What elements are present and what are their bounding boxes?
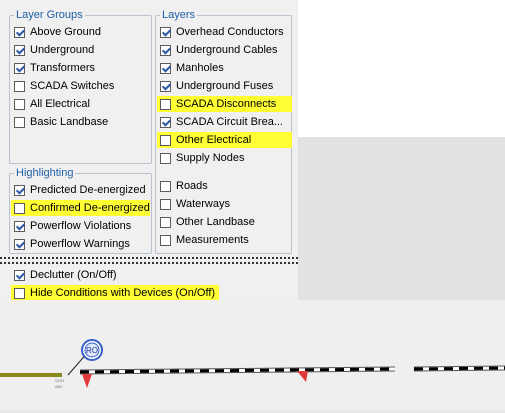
- item-label: Declutter (On/Off): [30, 269, 117, 281]
- item-label: All Electrical: [30, 98, 90, 110]
- checkbox-checked[interactable]: [160, 44, 171, 56]
- lg-all-electrical[interactable]: All Electrical: [14, 96, 90, 112]
- hl-powerflow-violations[interactable]: Powerflow Violations: [14, 218, 131, 234]
- option-hide-conditions[interactable]: Hide Conditions with Devices (On/Off): [11, 285, 219, 301]
- item-label: Underground Cables: [176, 44, 278, 56]
- item-label: SCADA Circuit Brea...: [176, 116, 283, 128]
- layer-scada-disconnects[interactable]: SCADA Disconnects: [157, 96, 292, 112]
- item-label: Manholes: [176, 62, 224, 74]
- map-drawing: S203 A6C RO: [0, 339, 505, 389]
- hl-confirmed-de-energized[interactable]: Confirmed De-energized: [11, 200, 150, 216]
- map-canvas-gray-area: [298, 137, 505, 300]
- layer-roads[interactable]: Roads: [160, 178, 208, 194]
- checkbox-unchecked[interactable]: [160, 98, 171, 110]
- checkbox-checked[interactable]: [160, 80, 171, 92]
- checkbox-checked[interactable]: [14, 44, 25, 56]
- layer-manholes[interactable]: Manholes: [160, 60, 224, 76]
- fault-marker-icon[interactable]: [82, 374, 92, 388]
- checkbox-unchecked[interactable]: [160, 134, 171, 146]
- map-small-label: S203: [55, 378, 65, 383]
- checkbox-checked[interactable]: [14, 62, 25, 74]
- item-label: SCADA Disconnects: [176, 98, 277, 110]
- checkbox-unchecked[interactable]: [14, 98, 25, 110]
- checkbox-checked[interactable]: [160, 62, 171, 74]
- checkbox-checked[interactable]: [160, 116, 171, 128]
- layers-title: Layers: [160, 8, 198, 22]
- item-label: Powerflow Warnings: [30, 238, 130, 250]
- lg-basic-landbase[interactable]: Basic Landbase: [14, 114, 108, 130]
- layer-overhead-conductors[interactable]: Overhead Conductors: [160, 24, 284, 40]
- checkbox-checked[interactable]: [14, 238, 25, 250]
- checkbox-checked[interactable]: [14, 26, 25, 38]
- layer-other-landbase[interactable]: Other Landbase: [160, 214, 255, 230]
- checkbox-unchecked[interactable]: [160, 152, 171, 164]
- lg-above-ground[interactable]: Above Ground: [14, 24, 101, 40]
- item-label: Transformers: [30, 62, 95, 74]
- item-label: Other Electrical: [176, 134, 252, 146]
- item-label: Measurements: [176, 234, 249, 246]
- checkbox-checked[interactable]: [14, 184, 25, 196]
- item-label: Underground: [30, 44, 95, 56]
- checkbox-checked[interactable]: [14, 269, 25, 281]
- device-marker-icon[interactable]: [297, 371, 308, 382]
- item-label: Underground Fuses: [176, 80, 274, 92]
- layer-waterways[interactable]: Waterways: [160, 196, 230, 212]
- layer-supply-nodes[interactable]: Supply Nodes: [160, 150, 245, 166]
- item-label: Other Landbase: [176, 216, 255, 228]
- item-label: Overhead Conductors: [176, 26, 284, 38]
- checkbox-unchecked[interactable]: [14, 116, 25, 128]
- layer-control-panel: Layer Groups Above Ground Underground Tr…: [0, 0, 298, 301]
- layer-underground-fuses[interactable]: Underground Fuses: [160, 78, 273, 94]
- separator-bottom: [0, 262, 298, 264]
- item-label: Above Ground: [30, 26, 101, 38]
- item-label: Supply Nodes: [176, 152, 245, 164]
- layer-measurements[interactable]: Measurements: [160, 232, 249, 248]
- item-label: Roads: [176, 180, 208, 192]
- option-declutter[interactable]: Declutter (On/Off): [14, 267, 117, 283]
- map-small-label: A6C: [55, 384, 63, 389]
- checkbox-checked[interactable]: [14, 220, 25, 232]
- layer-groups-title: Layer Groups: [14, 8, 85, 22]
- lg-scada-switches[interactable]: SCADA Switches: [14, 78, 114, 94]
- ro-badge-label: RO: [86, 346, 98, 355]
- item-label: Basic Landbase: [30, 116, 109, 128]
- lg-underground[interactable]: Underground: [14, 42, 94, 58]
- item-label: SCADA Switches: [30, 80, 115, 92]
- checkbox-unchecked[interactable]: [14, 287, 25, 299]
- ro-badge-icon[interactable]: RO: [81, 339, 103, 361]
- checkbox-unchecked[interactable]: [160, 216, 171, 228]
- checkbox-unchecked[interactable]: [160, 234, 171, 246]
- item-label: Predicted De-energized: [30, 184, 146, 196]
- layer-other-electrical[interactable]: Other Electrical: [157, 132, 292, 148]
- item-label: Hide Conditions with Devices (On/Off): [30, 287, 216, 299]
- item-label: Confirmed De-energized: [30, 202, 150, 214]
- item-label: Waterways: [176, 198, 230, 210]
- checkbox-unchecked[interactable]: [160, 180, 171, 192]
- checkbox-unchecked[interactable]: [14, 80, 25, 92]
- checkbox-unchecked[interactable]: [14, 202, 25, 214]
- conductor-line: [79, 365, 505, 375]
- highlighting-title: Highlighting: [14, 166, 76, 180]
- map-canvas-top: [298, 0, 505, 137]
- checkbox-checked[interactable]: [160, 26, 171, 38]
- lg-transformers[interactable]: Transformers: [14, 60, 95, 76]
- hl-predicted-de-energized[interactable]: Predicted De-energized: [14, 182, 146, 198]
- checkbox-unchecked[interactable]: [160, 198, 171, 210]
- separator-top: [0, 257, 298, 259]
- map-view[interactable]: S203 A6C RO: [0, 300, 505, 410]
- layer-underground-cables[interactable]: Underground Cables: [160, 42, 278, 58]
- layer-scada-circuit-breakers[interactable]: SCADA Circuit Brea...: [160, 114, 283, 130]
- item-label: Powerflow Violations: [30, 220, 132, 232]
- hl-powerflow-warnings[interactable]: Powerflow Warnings: [14, 236, 130, 252]
